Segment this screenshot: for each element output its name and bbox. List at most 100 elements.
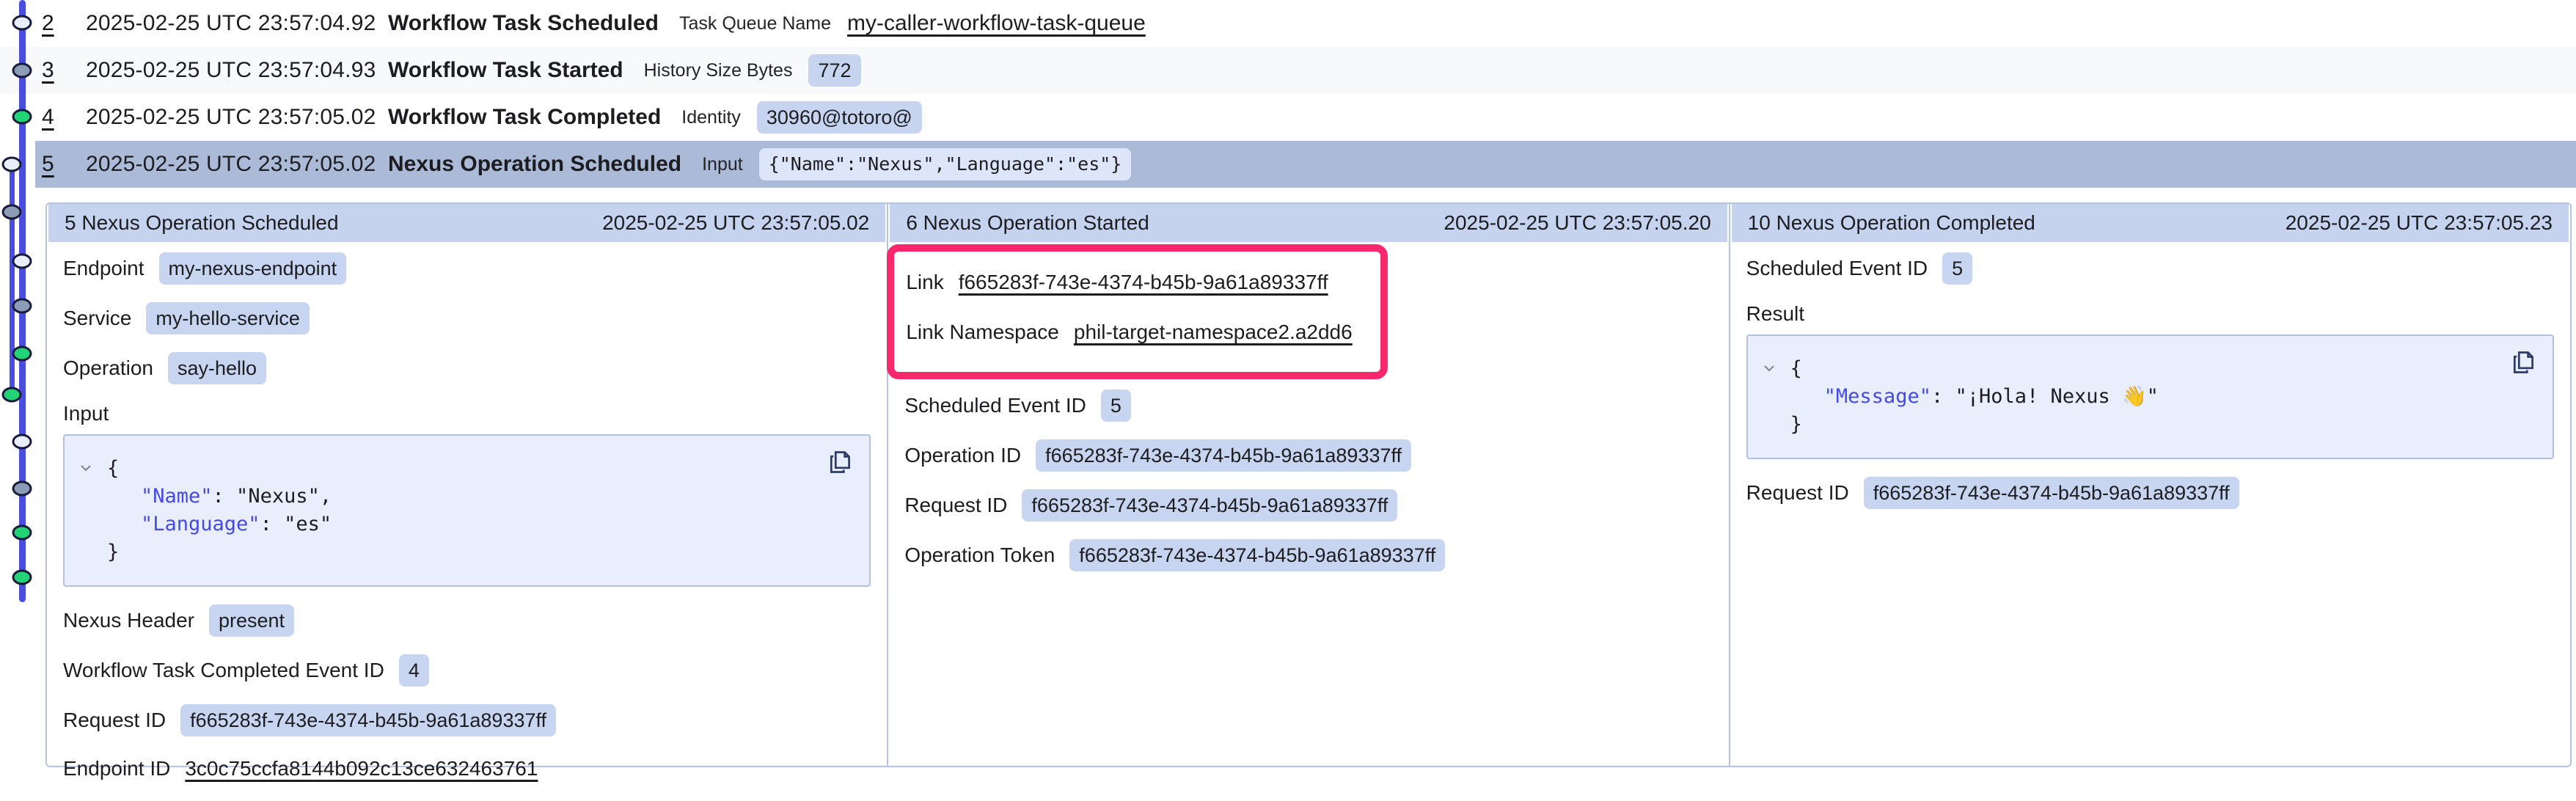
request-id-badge: f665283f-743e-4374-b45b-9a61a89337ff bbox=[1864, 477, 2239, 509]
timeline-dot-completed bbox=[12, 525, 32, 541]
event-timestamp: 2025-02-25 UTC 23:57:04.92 bbox=[86, 11, 388, 36]
code-text: { bbox=[1790, 355, 1802, 383]
panel-header: 6 Nexus Operation Started 2025-02-25 UTC… bbox=[890, 204, 1727, 242]
json-value: : "Nexus", bbox=[213, 485, 332, 508]
annotation-highlight-box: Link f665283f-743e-4374-b45b-9a61a89337f… bbox=[887, 244, 1388, 379]
event-id-link[interactable]: 4 bbox=[42, 105, 67, 130]
timeline-dot-started bbox=[12, 299, 32, 314]
operation-id-badge: f665283f-743e-4374-b45b-9a61a89337ff bbox=[1036, 439, 1411, 472]
result-code-block: { "Message": "¡Hola! Nexus 👋" } bbox=[1746, 334, 2554, 459]
timeline-dot-completed bbox=[2, 387, 22, 403]
input-code-block: { "Name": "Nexus", "Language": "es" } bbox=[63, 434, 871, 587]
panel-title: 6 Nexus Operation Started bbox=[906, 211, 1149, 235]
service-badge: my-hello-service bbox=[146, 302, 310, 334]
event-timestamp: 2025-02-25 UTC 23:57:04.93 bbox=[86, 58, 388, 83]
link-namespace-field: Link Namespace phil-target-namespace2.a2… bbox=[906, 318, 1366, 347]
endpoint-badge: my-nexus-endpoint bbox=[159, 252, 347, 285]
nexus-header-badge: present bbox=[209, 604, 294, 637]
result-label: Result bbox=[1746, 302, 2554, 326]
event-name: Workflow Task Started bbox=[388, 58, 623, 83]
event-id-link[interactable]: 3 bbox=[42, 58, 67, 83]
nexus-header-field: Nexus Header present bbox=[63, 604, 871, 637]
code-text: } bbox=[1748, 411, 1802, 439]
request-id-field: Request ID f665283f-743e-4374-b45b-9a61a… bbox=[904, 489, 1712, 522]
event-timestamp: 2025-02-25 UTC 23:57:05.02 bbox=[86, 152, 388, 177]
code-text: { bbox=[107, 455, 119, 483]
timeline-dot-completed bbox=[12, 570, 32, 585]
event-detail-label: Identity bbox=[681, 107, 741, 128]
field-label: Request ID bbox=[63, 709, 166, 732]
endpoint-id-link[interactable]: 3c0c75ccfa8144b092c13ce632463761 bbox=[185, 757, 538, 780]
link-namespace-link[interactable]: phil-target-namespace2.a2dd6 bbox=[1074, 321, 1353, 344]
operation-id-field: Operation ID f665283f-743e-4374-b45b-9a6… bbox=[904, 439, 1712, 472]
panel-title: 10 Nexus Operation Completed bbox=[1748, 211, 2035, 235]
endpoint-id-field: Endpoint ID 3c0c75ccfa8144b092c13ce63246… bbox=[63, 754, 871, 783]
panel-header: 10 Nexus Operation Completed 2025-02-25 … bbox=[1732, 204, 2569, 242]
json-key: "Name" bbox=[141, 485, 213, 508]
panel-timestamp: 2025-02-25 UTC 23:57:05.02 bbox=[602, 211, 869, 235]
field-label: Service bbox=[63, 307, 131, 330]
field-label: Operation ID bbox=[904, 444, 1021, 467]
timeline-dot-started bbox=[12, 63, 32, 78]
field-label: Operation Token bbox=[904, 544, 1055, 567]
event-row-4[interactable]: 4 2025-02-25 UTC 23:57:05.02 Workflow Ta… bbox=[0, 94, 2576, 141]
event-id-link[interactable]: 2 bbox=[42, 11, 67, 36]
request-id-field: Request ID f665283f-743e-4374-b45b-9a61a… bbox=[63, 704, 871, 736]
json-value: : "¡Hola! Nexus 👋" bbox=[1931, 385, 2159, 408]
copy-icon[interactable] bbox=[2510, 349, 2536, 376]
scheduled-event-id-badge: 5 bbox=[1101, 389, 1131, 422]
panel-title: 5 Nexus Operation Scheduled bbox=[65, 211, 339, 235]
timeline-dot-scheduled bbox=[2, 157, 22, 172]
operation-token-badge: f665283f-743e-4374-b45b-9a61a89337ff bbox=[1069, 539, 1445, 571]
event-name: Workflow Task Completed bbox=[388, 105, 661, 130]
field-label: Link bbox=[906, 271, 943, 294]
json-key: "Message" bbox=[1824, 385, 1931, 408]
event-row-5-selected[interactable]: 5 2025-02-25 UTC 23:57:05.02 Nexus Opera… bbox=[0, 141, 2576, 188]
event-detail-label: Task Queue Name bbox=[679, 13, 831, 34]
request-id-badge: f665283f-743e-4374-b45b-9a61a89337ff bbox=[180, 704, 556, 736]
request-id-badge: f665283f-743e-4374-b45b-9a61a89337ff bbox=[1022, 489, 1397, 522]
field-label: Scheduled Event ID bbox=[1746, 257, 1928, 280]
collapse-chevron-icon[interactable] bbox=[65, 455, 107, 483]
event-id-link[interactable]: 5 bbox=[42, 152, 67, 177]
event-detail-label: History Size Bytes bbox=[644, 60, 793, 81]
field-label: Operation bbox=[63, 356, 153, 380]
panel-nexus-operation-scheduled: 5 Nexus Operation Scheduled 2025-02-25 U… bbox=[47, 204, 888, 766]
history-size-badge: 772 bbox=[808, 54, 860, 87]
collapse-chevron-icon[interactable] bbox=[1748, 355, 1790, 383]
panel-nexus-operation-started: 6 Nexus Operation Started 2025-02-25 UTC… bbox=[888, 204, 1730, 766]
identity-badge: 30960@totoro@ bbox=[757, 101, 922, 134]
event-row-3[interactable]: 3 2025-02-25 UTC 23:57:04.93 Workflow Ta… bbox=[0, 47, 2576, 94]
timeline-dot-completed bbox=[12, 346, 32, 362]
field-label: Workflow Task Completed Event ID bbox=[63, 659, 384, 682]
field-label: Request ID bbox=[904, 494, 1007, 517]
event-timeline bbox=[0, 0, 35, 773]
field-label: Request ID bbox=[1746, 481, 1849, 505]
panel-timestamp: 2025-02-25 UTC 23:57:05.20 bbox=[1443, 211, 1710, 235]
task-queue-link[interactable]: my-caller-workflow-task-queue bbox=[847, 11, 1146, 36]
code-text: } bbox=[65, 538, 119, 566]
timeline-dot-scheduled bbox=[12, 15, 32, 31]
event-name: Workflow Task Scheduled bbox=[388, 11, 659, 36]
timeline-dot-started bbox=[12, 481, 32, 497]
event-row-2[interactable]: 2 2025-02-25 UTC 23:57:04.92 Workflow Ta… bbox=[0, 0, 2576, 47]
json-value: : "es" bbox=[260, 513, 332, 535]
service-field: Service my-hello-service bbox=[63, 302, 871, 334]
field-label: Nexus Header bbox=[63, 609, 194, 632]
copy-icon[interactable] bbox=[827, 449, 853, 475]
input-payload-badge: {"Name":"Nexus","Language":"es"} bbox=[759, 148, 1132, 180]
link-value-link[interactable]: f665283f-743e-4374-b45b-9a61a89337ff bbox=[959, 271, 1328, 294]
panel-header: 5 Nexus Operation Scheduled 2025-02-25 U… bbox=[48, 204, 885, 242]
endpoint-field: Endpoint my-nexus-endpoint bbox=[63, 252, 871, 285]
event-detail-group: 5 Nexus Operation Scheduled 2025-02-25 U… bbox=[45, 202, 2572, 767]
input-label: Input bbox=[63, 402, 871, 425]
operation-token-field: Operation Token f665283f-743e-4374-b45b-… bbox=[904, 539, 1712, 571]
timeline-branch-line bbox=[10, 164, 15, 396]
timeline-dot-scheduled bbox=[12, 254, 32, 269]
timeline-dot-scheduled bbox=[12, 434, 32, 450]
scheduled-event-id-badge: 5 bbox=[1942, 252, 1972, 285]
field-label: Endpoint bbox=[63, 257, 144, 280]
operation-badge: say-hello bbox=[168, 352, 266, 384]
event-detail-label: Input bbox=[702, 154, 743, 175]
json-key: "Language" bbox=[141, 513, 260, 535]
